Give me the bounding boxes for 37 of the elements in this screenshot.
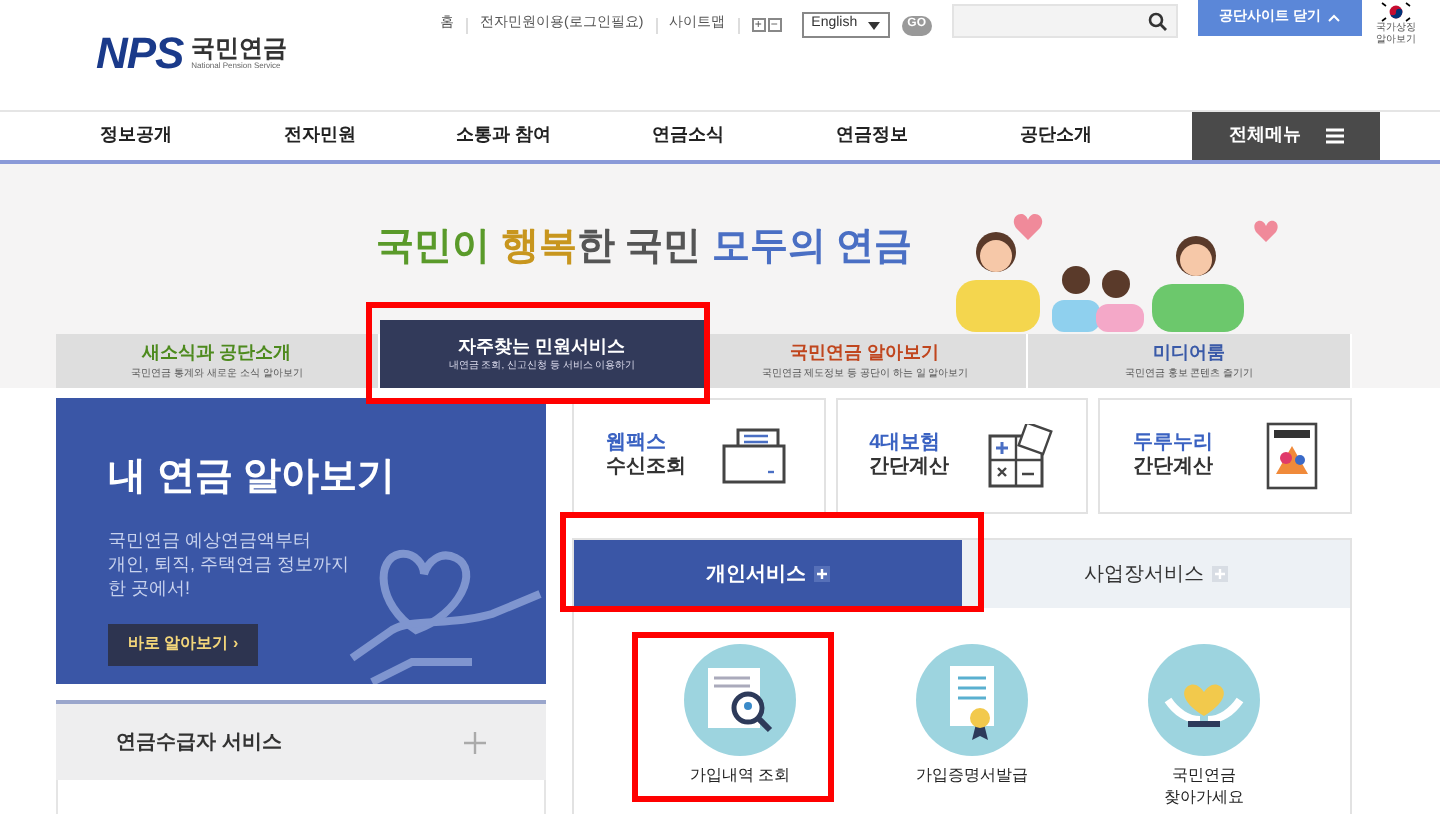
nav-item[interactable]: 공단소개 [964, 112, 1148, 160]
search-field[interactable] [952, 4, 1179, 38]
service-tab[interactable]: 사업장서비스 [962, 540, 1350, 608]
nav-item[interactable]: 소통과 참여 [412, 112, 596, 160]
certificate-icon [916, 644, 1028, 756]
all-menu-button[interactable]: 전체메뉴 [1192, 112, 1380, 160]
learn-more-button[interactable]: 바로 알아보기 › [108, 623, 259, 665]
quick-service-card[interactable]: 4대보험 간단계산 [835, 398, 1089, 514]
nav-item[interactable]: 전자민원 [228, 112, 412, 160]
calculator-icon [986, 424, 1055, 488]
heart-in-hands-icon [1148, 644, 1260, 756]
fax-machine-icon [719, 426, 792, 486]
accordion-header[interactable]: 연금수급자 서비스 [56, 700, 546, 780]
plus-icon [814, 566, 830, 582]
nav-item[interactable]: 연금정보 [780, 112, 964, 160]
plus-icon [1212, 566, 1228, 582]
service-item[interactable]: 가입내역 조회 [630, 644, 850, 786]
nav-item[interactable]: 연금소식 [596, 112, 780, 160]
service-tab[interactable]: 개인서비스 [574, 540, 962, 608]
promo-title: 내 연금 알아보기 [108, 454, 398, 502]
service-item[interactable]: 국민연금 찾아가세요 [1094, 644, 1314, 808]
document-magnifier-icon [684, 644, 796, 756]
flag-icon[interactable] [1380, 0, 1413, 24]
search-icon[interactable] [1148, 11, 1169, 31]
quick-service-card[interactable]: 두루누리 간단계산 [1098, 398, 1353, 514]
slogan-text: 국민이 행복한 국민 모두의 연금 [376, 224, 913, 272]
service-item[interactable]: 가입증명서발급 [862, 644, 1082, 786]
chevron-up-icon [1328, 14, 1341, 22]
dropdown-icon [867, 21, 880, 29]
plus-icon [464, 731, 486, 753]
menu-icon [1325, 128, 1343, 144]
promo-text: 국민연금 예상연금액부터 개인, 퇴직, 주택연금 정보까지 한 곳에서! [108, 527, 352, 599]
logo-text: NPS [96, 26, 184, 82]
nav-item[interactable]: 정보공개 [44, 112, 228, 160]
quick-service-card[interactable]: 웹팩스 수신조회 [572, 398, 826, 514]
ledger-book-icon [1266, 422, 1319, 490]
logo-name: 국민연금 [191, 36, 288, 60]
